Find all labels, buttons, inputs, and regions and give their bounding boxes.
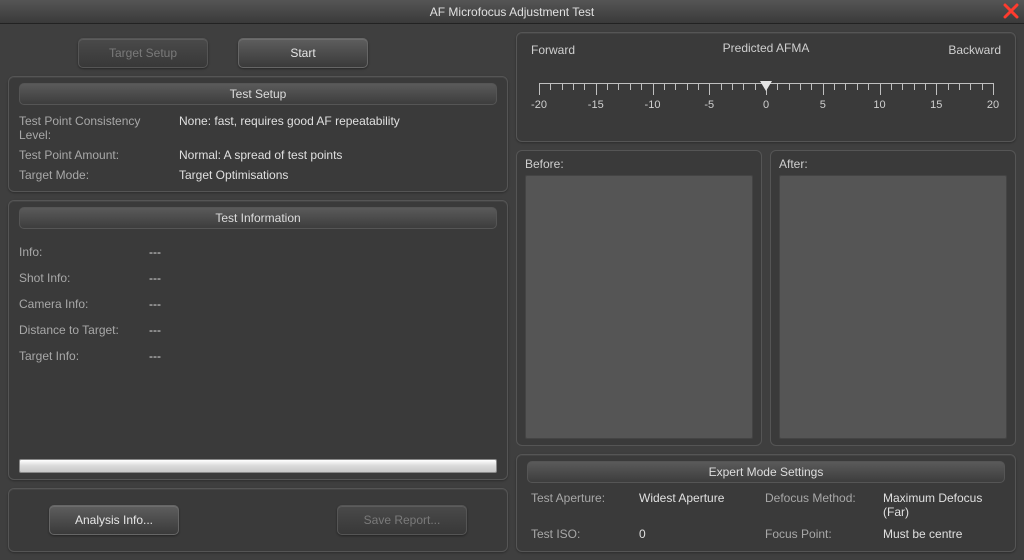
ruler-tick-label: 15 (930, 99, 942, 111)
test-info-row: Camera Info: --- (19, 291, 497, 317)
close-icon[interactable] (1000, 1, 1022, 21)
afma-center-label: Predicted AFMA (723, 41, 810, 55)
ruler-tick-label: -20 (531, 99, 547, 111)
after-label: After: (779, 157, 1007, 171)
after-image-box (779, 175, 1007, 439)
test-info-key: Shot Info: (19, 271, 139, 285)
ruler-tick-label: -5 (704, 99, 714, 111)
ruler-tick-label: 10 (873, 99, 885, 111)
ruler-tick-label: 0 (763, 99, 769, 111)
test-setup-row: Test Point Consistency Level: None: fast,… (19, 111, 497, 145)
test-info-row: Distance to Target: --- (19, 317, 497, 343)
test-setup-row: Target Mode: Target Optimisations (19, 165, 497, 185)
defocus-method-value: Maximum Defocus (Far) (883, 491, 1001, 519)
afma-marker[interactable] (760, 81, 772, 91)
test-iso-label: Test ISO: (531, 527, 631, 541)
test-info-value: --- (149, 271, 161, 285)
titlebar: AF Microfocus Adjustment Test (0, 0, 1024, 24)
ruler-tick-label: -10 (645, 99, 661, 111)
afma-ruler[interactable]: -20-15-10-505101520 (539, 83, 993, 123)
test-aperture-value: Widest Aperture (639, 491, 757, 519)
test-iso-value: 0 (639, 527, 757, 541)
expert-mode-panel: Expert Mode Settings Test Aperture: Wide… (516, 454, 1016, 552)
test-setup-panel: Test Setup Test Point Consistency Level:… (8, 76, 508, 192)
window-title: AF Microfocus Adjustment Test (430, 5, 595, 19)
test-info-row: Info: --- (19, 239, 497, 265)
right-column: Forward Backward Predicted AFMA -20 -15 -1… (516, 32, 1016, 552)
test-info-value: --- (149, 323, 161, 337)
test-aperture-label: Test Aperture: (531, 491, 631, 519)
test-setup-header: Test Setup (19, 83, 497, 105)
test-setup-key: Test Point Amount: (19, 148, 169, 162)
test-info-key: Camera Info: (19, 297, 139, 311)
expert-mode-header: Expert Mode Settings (527, 461, 1005, 483)
test-setup-value: Normal: A spread of test points (179, 148, 342, 162)
test-setup-value: Target Optimisations (179, 168, 288, 182)
start-button[interactable]: Start (238, 38, 368, 68)
test-information-panel: Test Information Info:---Shot Info:---Ca… (8, 200, 508, 480)
test-info-row: Shot Info: --- (19, 265, 497, 291)
before-image-box (525, 175, 753, 439)
before-label: Before: (525, 157, 753, 171)
test-setup-row: Test Point Amount: Normal: A spread of te… (19, 145, 497, 165)
save-report-button: Save Report... (337, 505, 467, 535)
before-preview: Before: (516, 150, 762, 446)
analysis-info-button[interactable]: Analysis Info... (49, 505, 179, 535)
after-preview: After: (770, 150, 1016, 446)
test-info-value: --- (149, 349, 161, 363)
progress-bar (19, 459, 497, 473)
top-buttons-row: Target Setup Start (8, 32, 508, 68)
afma-forward-label: Forward (531, 43, 575, 57)
test-info-value: --- (149, 297, 161, 311)
ruler-tick-label: -15 (588, 99, 604, 111)
test-info-key: Distance to Target: (19, 323, 139, 337)
ruler-tick-label: 5 (820, 99, 826, 111)
ruler-tick-label: 20 (987, 99, 999, 111)
preview-row: Before: After: (516, 150, 1016, 446)
bottom-buttons-panel: Analysis Info... Save Report... (8, 488, 508, 552)
test-info-key: Target Info: (19, 349, 139, 363)
test-setup-key: Target Mode: (19, 168, 169, 182)
focus-point-value: Must be centre (883, 527, 1001, 541)
test-information-header: Test Information (19, 207, 497, 229)
test-setup-key: Test Point Consistency Level: (19, 114, 169, 142)
focus-point-label: Focus Point: (765, 527, 875, 541)
test-setup-value: None: fast, requires good AF repeatabili… (179, 114, 400, 142)
test-info-row: Target Info: --- (19, 343, 497, 369)
test-info-key: Info: (19, 245, 139, 259)
left-column: Target Setup Start Test Setup Test Point… (8, 32, 508, 552)
afma-backward-label: Backward (948, 43, 1001, 57)
defocus-method-label: Defocus Method: (765, 491, 875, 519)
afma-panel: Forward Backward Predicted AFMA -20 -15 -1… (516, 32, 1016, 142)
target-setup-button: Target Setup (78, 38, 208, 68)
test-info-value: --- (149, 245, 161, 259)
